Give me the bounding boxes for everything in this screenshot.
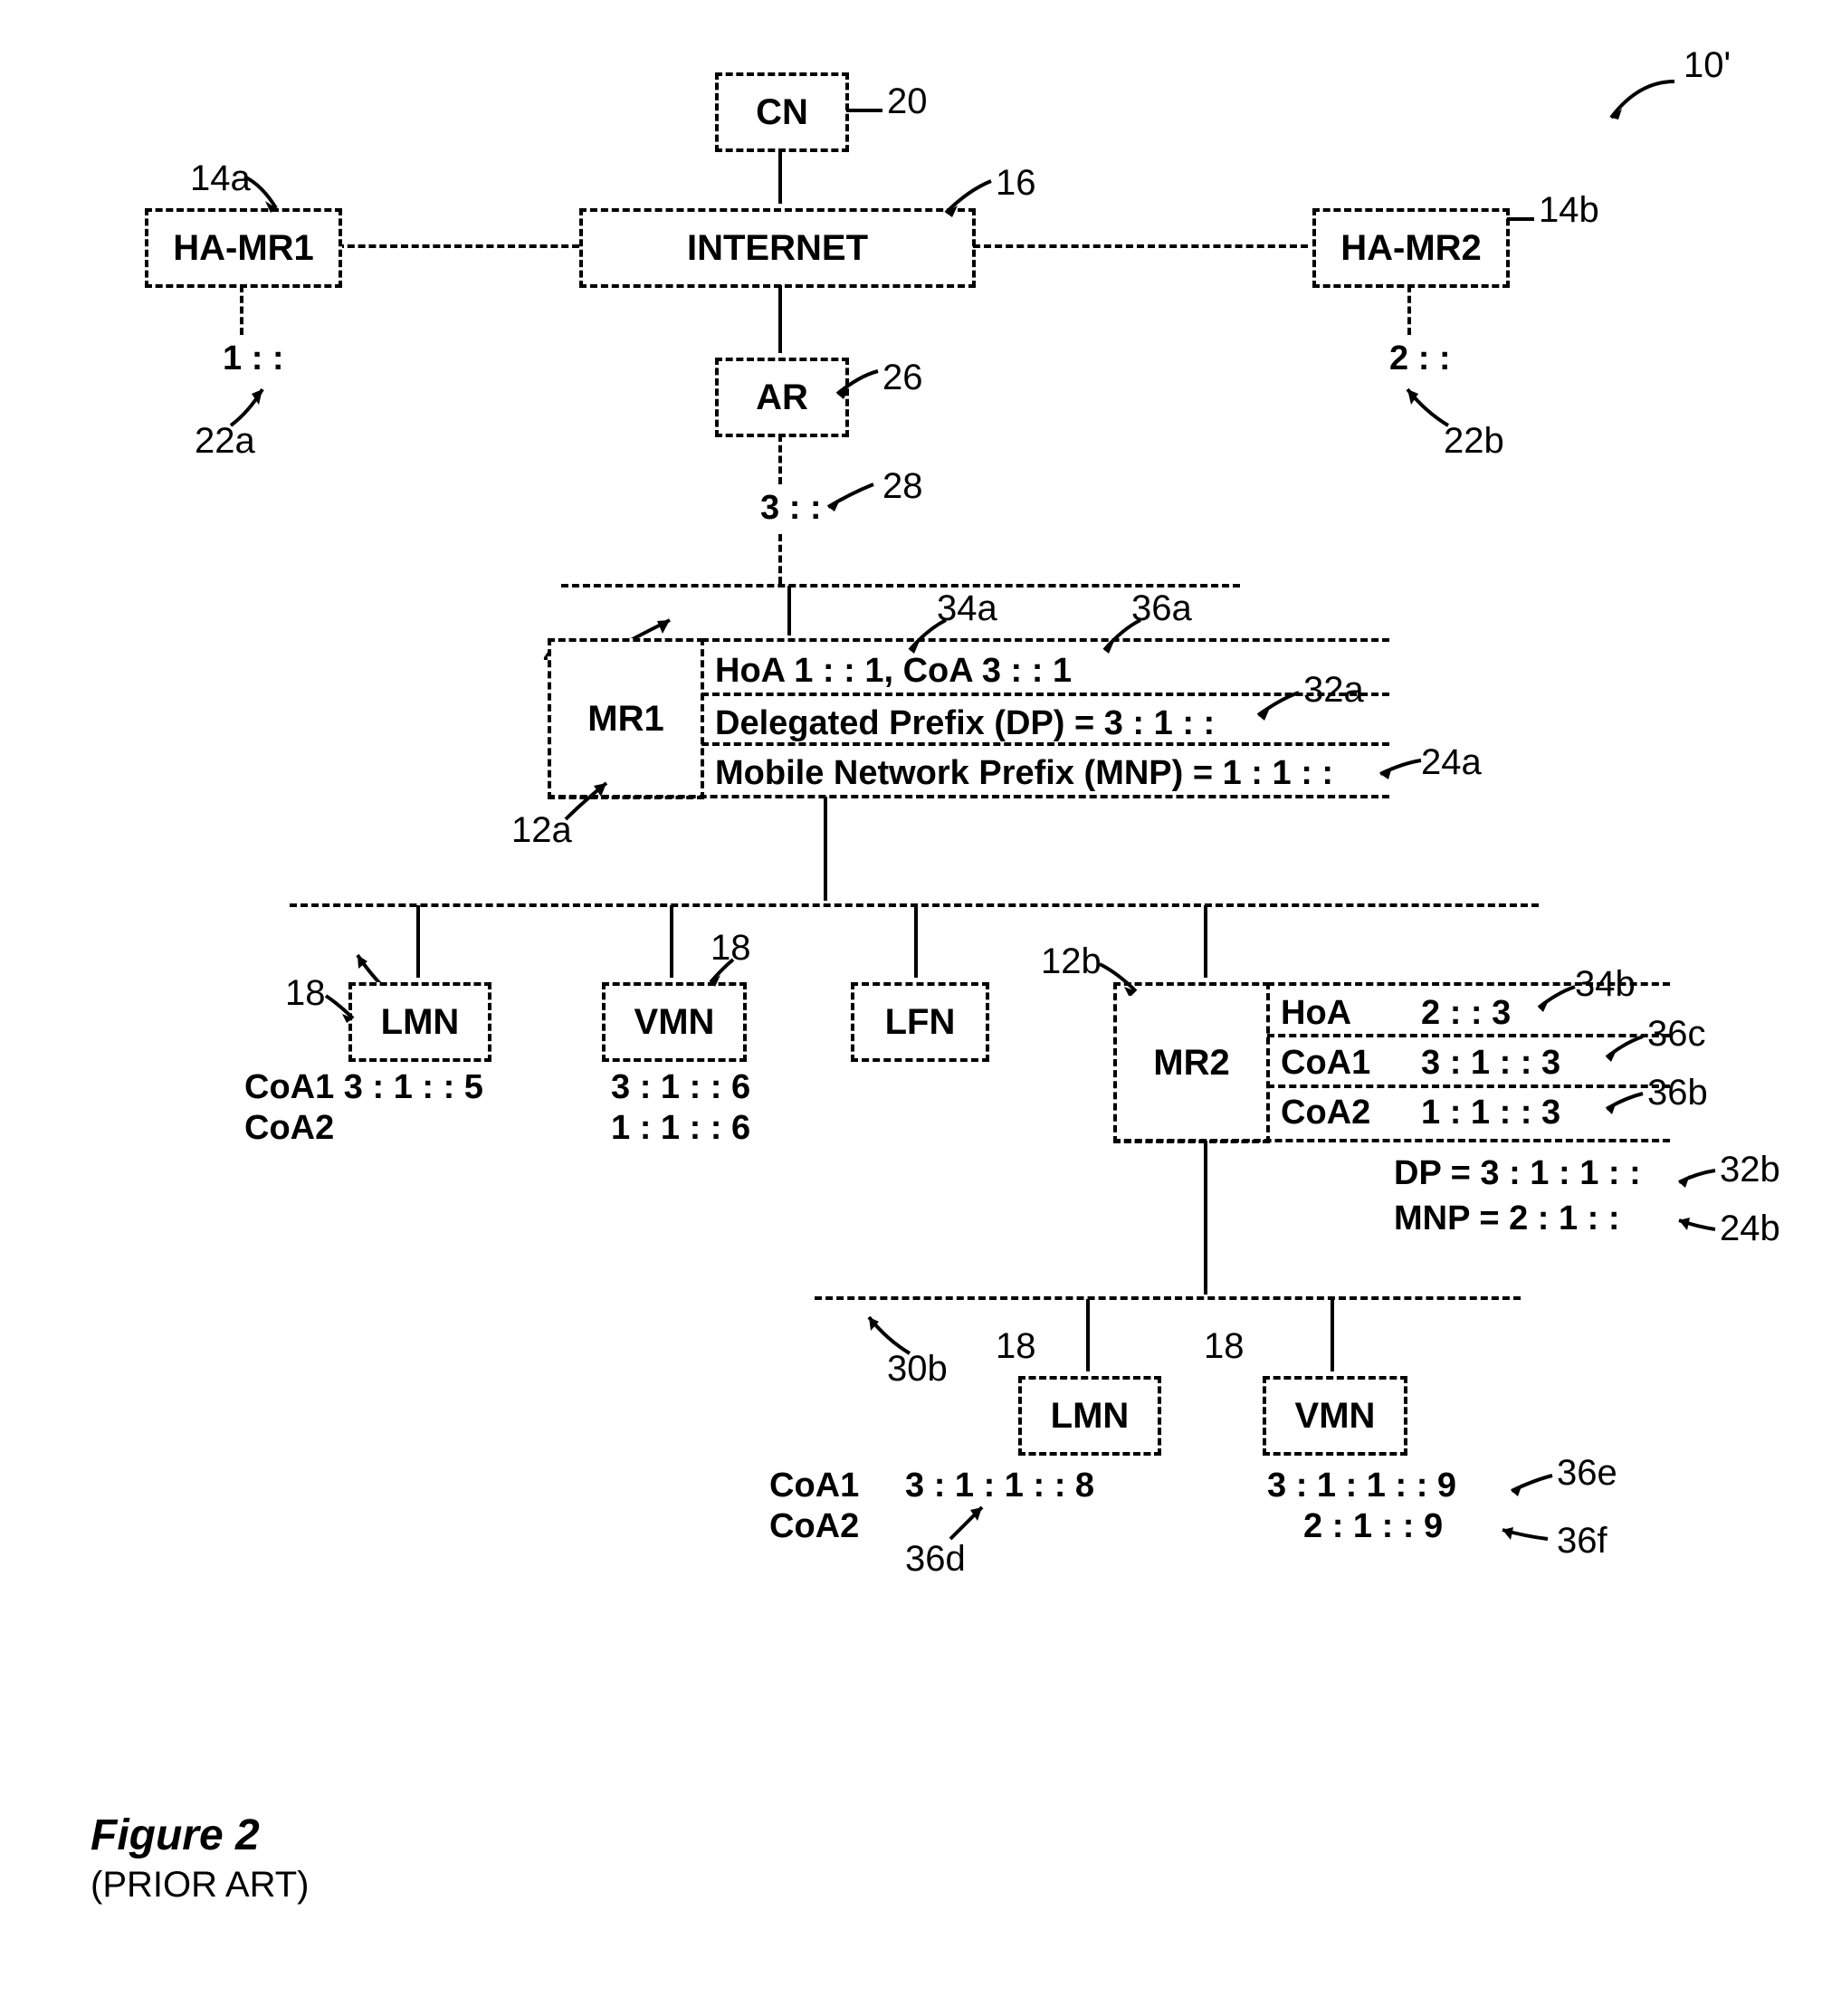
arrow-10prime [1602,72,1684,127]
mr2-mnp: MNP = 2 : 1 : : [1394,1199,1620,1238]
ha-mr1-label: HA-MR1 [173,228,314,269]
ha-mr1-box: HA-MR1 [145,208,342,288]
mr1-dp: Delegated Prefix (DP) = 3 : 1 : : [715,704,1215,743]
ar-box: AR [715,358,849,437]
bus2-vmn-box: VMN [1263,1376,1407,1456]
bus2-lmn-box: LMN [1018,1376,1161,1456]
bus2-lmn-coa2-lbl: CoA2 [769,1507,859,1546]
bus2-vmn-coa2: 2 : 1 : : 9 [1303,1507,1443,1546]
mr2-ref: 12b [1041,941,1102,982]
ha-mr2-box: HA-MR2 [1312,208,1510,288]
ha-mr2-prefix-ref: 22b [1444,421,1504,462]
bus2-36d: 36d [905,1539,966,1580]
bus1-vmn-box: VMN [602,982,747,1062]
mr2-label: MR2 [1153,1043,1229,1084]
system-label: 10' [1684,45,1731,86]
bus2-lmn-coa1-lbl: CoA1 [769,1467,859,1505]
internet-ref: 16 [996,163,1036,204]
mr1-dp-ref: 32a [1303,670,1364,711]
mr2-coa2-val: 1 : 1 : : 3 [1421,1094,1560,1132]
ha-mr2-ref: 14b [1539,190,1599,231]
mr2-coa1-lbl: CoA1 [1281,1044,1370,1083]
cn-label: CN [756,92,808,133]
mr2-dp: DP = 3 : 1 : 1 : : [1394,1154,1641,1193]
cn-box: CN [715,72,849,152]
mr2-coa2-ref: 36b [1647,1073,1708,1113]
bus2-lmn-ref: 18 [996,1326,1036,1367]
mr1-label: MR1 [587,699,663,740]
diagram-canvas: 10' CN 20 INTERNET 16 HA-MR1 14a 1 : : 2… [36,36,1805,1980]
bus1-vmn-coa1: 3 : 1 : : 6 [611,1068,750,1107]
bus1-lfn-label: LFN [885,1002,956,1043]
internet-label: INTERNET [687,228,868,269]
mr2-hoa-val: 2 : : 3 [1421,994,1511,1033]
ar-label: AR [756,377,808,418]
mr2-mnp-ref: 24b [1720,1209,1780,1249]
mr2-hoa-ref: 34b [1575,964,1636,1005]
mr2-coa1-ref: 36c [1647,1014,1706,1055]
bus1-lmn-box: LMN [348,982,491,1062]
bus2-vmn-ref: 18 [1204,1326,1245,1367]
bus1-lfn-box: LFN [851,982,989,1062]
bus1-vmn-label: VMN [634,1002,715,1043]
bus1-lmn-coa2: CoA2 [244,1109,334,1148]
figure-subtitle: (PRIOR ART) [91,1865,310,1906]
ar-prefix: 3 : : [760,489,822,528]
mr2-coa1-val: 3 : 1 : : 3 [1421,1044,1560,1083]
bus2-lmn-label: LMN [1051,1396,1130,1437]
mr2-hoa-lbl: HoA [1281,994,1351,1033]
bus1-lmn-label: LMN [381,1002,460,1043]
bus2-36f: 36f [1557,1521,1607,1562]
bus2-vmn-label: VMN [1295,1396,1376,1437]
ha-mr2-label: HA-MR2 [1340,228,1482,269]
ha-mr2-prefix: 2 : : [1389,339,1451,378]
internet-box: INTERNET [579,208,976,288]
mr1-hoa: HoA 1 : : 1, CoA 3 : : 1 [715,652,1072,691]
cn-ref: 20 [887,81,928,122]
bus1-lmn-coa1: CoA1 3 : 1 : : 5 [244,1068,483,1107]
figure-title: Figure 2 [91,1811,260,1860]
mr1-mnp-ref: 24a [1421,742,1482,783]
bus2-vmn-coa1: 3 : 1 : 1 : : 9 [1267,1467,1456,1505]
mr2-box: MR2 [1113,982,1270,1143]
mr2-coa2-lbl: CoA2 [1281,1094,1370,1132]
ha-mr1-prefix: 1 : : [223,339,284,378]
mr1-mnp: Mobile Network Prefix (MNP) = 1 : 1 : : [715,754,1333,793]
ar-prefix-ref: 28 [882,466,923,507]
mr1-box: MR1 [548,638,704,799]
bus1-lmn-ref: 18 [285,973,326,1014]
bus2-lmn-coa1: 3 : 1 : 1 : : 8 [905,1467,1094,1505]
ar-ref: 26 [882,358,923,398]
bus2-36e: 36e [1557,1453,1617,1494]
bus1-vmn-coa2: 1 : 1 : : 6 [611,1109,750,1148]
mr2-dp-ref: 32b [1720,1150,1780,1190]
